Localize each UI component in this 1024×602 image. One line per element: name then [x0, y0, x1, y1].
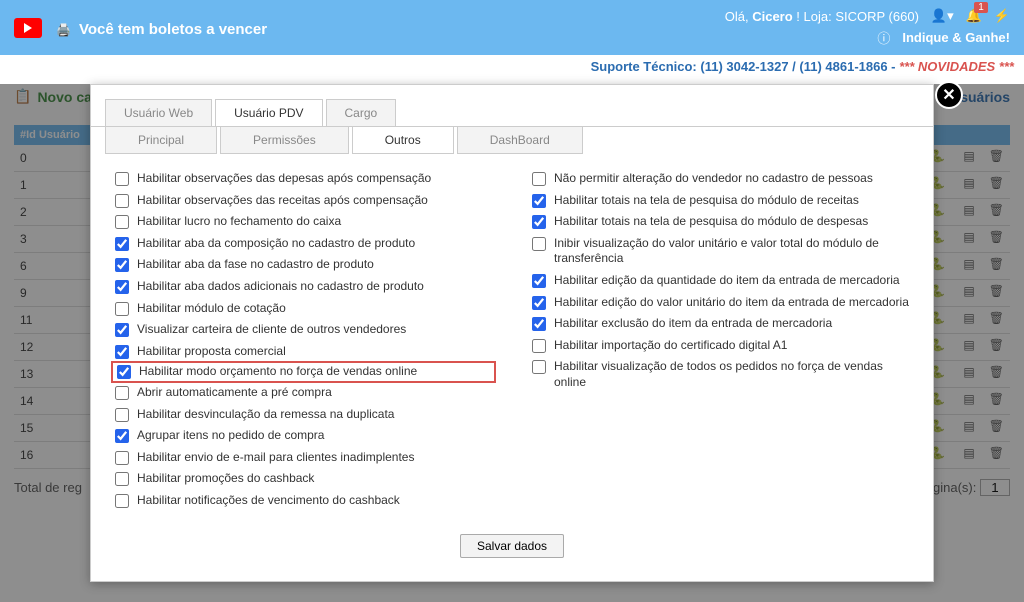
option-checkbox[interactable]	[532, 274, 546, 288]
option-label: Habilitar módulo de cotação	[137, 301, 286, 317]
close-icon[interactable]: ✕	[935, 81, 963, 109]
subtab-dashboard[interactable]: DashBoard	[457, 127, 583, 154]
modal-overlay: ✕ Usuário WebUsuário PDVCargo PrincipalP…	[0, 84, 1024, 602]
option-row: Habilitar lucro no fechamento do caixa	[115, 211, 492, 233]
option-label: Habilitar notificações de vencimento do …	[137, 493, 400, 509]
option-checkbox[interactable]	[115, 258, 129, 272]
option-checkbox[interactable]	[115, 451, 129, 465]
tab-usuário-pdv[interactable]: Usuário PDV	[215, 99, 322, 126]
subtab-principal[interactable]: Principal	[105, 127, 217, 154]
option-row: Habilitar modo orçamento no força de ven…	[111, 361, 496, 383]
option-label: Inibir visualização do valor unitário e …	[554, 236, 909, 267]
option-label: Habilitar visualização de todos os pedid…	[554, 359, 909, 390]
option-row: Habilitar aba da fase no cadastro de pro…	[115, 254, 492, 276]
option-checkbox[interactable]	[115, 408, 129, 422]
subtab-permissões[interactable]: Permissões	[220, 127, 349, 154]
info-icon: ⓘ	[877, 28, 890, 47]
option-label: Habilitar totais na tela de pesquisa do …	[554, 214, 868, 230]
youtube-icon[interactable]	[14, 18, 42, 38]
bell-icon[interactable]: 🔔1	[966, 8, 982, 24]
option-label: Habilitar desvinculação da remessa na du…	[137, 407, 394, 423]
option-label: Habilitar aba dados adicionais no cadast…	[137, 279, 424, 295]
option-row: Abrir automaticamente a pré compra	[115, 382, 492, 404]
tab-usuário-web[interactable]: Usuário Web	[105, 99, 212, 126]
option-checkbox[interactable]	[115, 386, 129, 400]
option-label: Habilitar envio de e-mail para clientes …	[137, 450, 414, 466]
option-row: Habilitar visualização de todos os pedid…	[532, 356, 909, 393]
option-checkbox[interactable]	[115, 302, 129, 316]
option-checkbox[interactable]	[532, 172, 546, 186]
option-label: Habilitar importação do certificado digi…	[554, 338, 787, 354]
user-icon[interactable]: 👤▾	[931, 8, 954, 24]
option-label: Habilitar lucro no fechamento do caixa	[137, 214, 341, 230]
option-label: Habilitar aba da composição no cadastro …	[137, 236, 415, 252]
option-label: Não permitir alteração do vendedor no ca…	[554, 171, 873, 187]
option-row: Habilitar totais na tela de pesquisa do …	[532, 190, 909, 212]
option-label: Visualizar carteira de cliente de outros…	[137, 322, 406, 338]
novidades-link[interactable]: *** NOVIDADES ***	[899, 59, 1014, 74]
option-row: Inibir visualização do valor unitário e …	[532, 233, 909, 270]
option-row: Habilitar módulo de cotação	[115, 298, 492, 320]
option-row: Habilitar promoções do cashback	[115, 468, 492, 490]
option-checkbox[interactable]	[115, 172, 129, 186]
printer-icon: 🖨️	[56, 23, 71, 37]
subtab-outros[interactable]: Outros	[352, 127, 454, 154]
support-bar: Suporte Técnico: (11) 3042-1327 / (11) 4…	[0, 55, 1024, 78]
option-row: Habilitar totais na tela de pesquisa do …	[532, 211, 909, 233]
option-row: Habilitar notificações de vencimento do …	[115, 490, 492, 512]
header-title: Você tem boletos a vencer	[79, 21, 267, 38]
option-label: Habilitar edição da quantidade do item d…	[554, 273, 900, 289]
option-label: Habilitar edição do valor unitário do it…	[554, 295, 909, 311]
option-checkbox[interactable]	[115, 280, 129, 294]
option-checkbox[interactable]	[115, 345, 129, 359]
option-row: Habilitar observações das receitas após …	[115, 190, 492, 212]
option-checkbox[interactable]	[115, 194, 129, 208]
option-checkbox[interactable]	[532, 296, 546, 310]
option-row: Habilitar edição do valor unitário do it…	[532, 292, 909, 314]
app-header: 🖨️ Você tem boletos a vencer Olá, Cicero…	[0, 0, 1024, 55]
option-row: Habilitar aba dados adicionais no cadast…	[115, 276, 492, 298]
option-checkbox[interactable]	[117, 365, 131, 379]
option-row: Habilitar importação do certificado digi…	[532, 335, 909, 357]
option-row: Visualizar carteira de cliente de outros…	[115, 319, 492, 341]
option-checkbox[interactable]	[115, 472, 129, 486]
option-label: Habilitar totais na tela de pesquisa do …	[554, 193, 859, 209]
option-row: Habilitar exclusão do item da entrada de…	[532, 313, 909, 335]
option-label: Habilitar observações das depesas após c…	[137, 171, 431, 187]
option-checkbox[interactable]	[115, 494, 129, 508]
option-checkbox[interactable]	[532, 215, 546, 229]
option-checkbox[interactable]	[115, 237, 129, 251]
save-button[interactable]: Salvar dados	[460, 534, 564, 558]
option-checkbox[interactable]	[532, 339, 546, 353]
bolt-icon[interactable]: ⚡	[994, 8, 1010, 24]
option-row: Não permitir alteração do vendedor no ca…	[532, 168, 909, 190]
option-row: Habilitar aba da composição no cadastro …	[115, 233, 492, 255]
share-link[interactable]: Indique & Ganhe!	[902, 30, 1010, 45]
option-checkbox[interactable]	[115, 429, 129, 443]
option-checkbox[interactable]	[532, 360, 546, 374]
option-label: Agrupar itens no pedido de compra	[137, 428, 324, 444]
option-label: Habilitar exclusão do item da entrada de…	[554, 316, 832, 332]
option-checkbox[interactable]	[532, 194, 546, 208]
greeting: Olá, Cicero ! Loja: SICORP (660)	[725, 9, 919, 24]
option-row: Habilitar observações das depesas após c…	[115, 168, 492, 190]
option-checkbox[interactable]	[532, 237, 546, 251]
option-row: Agrupar itens no pedido de compra	[115, 425, 492, 447]
option-row: Habilitar proposta comercial	[115, 341, 492, 363]
option-row: Habilitar desvinculação da remessa na du…	[115, 404, 492, 426]
option-label: Habilitar observações das receitas após …	[137, 193, 428, 209]
option-label: Habilitar aba da fase no cadastro de pro…	[137, 257, 374, 273]
option-row: Habilitar edição da quantidade do item d…	[532, 270, 909, 292]
option-checkbox[interactable]	[115, 215, 129, 229]
tab-cargo[interactable]: Cargo	[326, 99, 397, 126]
option-label: Habilitar promoções do cashback	[137, 471, 314, 487]
settings-modal: ✕ Usuário WebUsuário PDVCargo PrincipalP…	[90, 84, 934, 582]
option-label: Habilitar modo orçamento no força de ven…	[139, 364, 417, 380]
option-label: Habilitar proposta comercial	[137, 344, 286, 360]
option-checkbox[interactable]	[532, 317, 546, 331]
option-label: Abrir automaticamente a pré compra	[137, 385, 332, 401]
option-row: Habilitar envio de e-mail para clientes …	[115, 447, 492, 469]
option-checkbox[interactable]	[115, 323, 129, 337]
